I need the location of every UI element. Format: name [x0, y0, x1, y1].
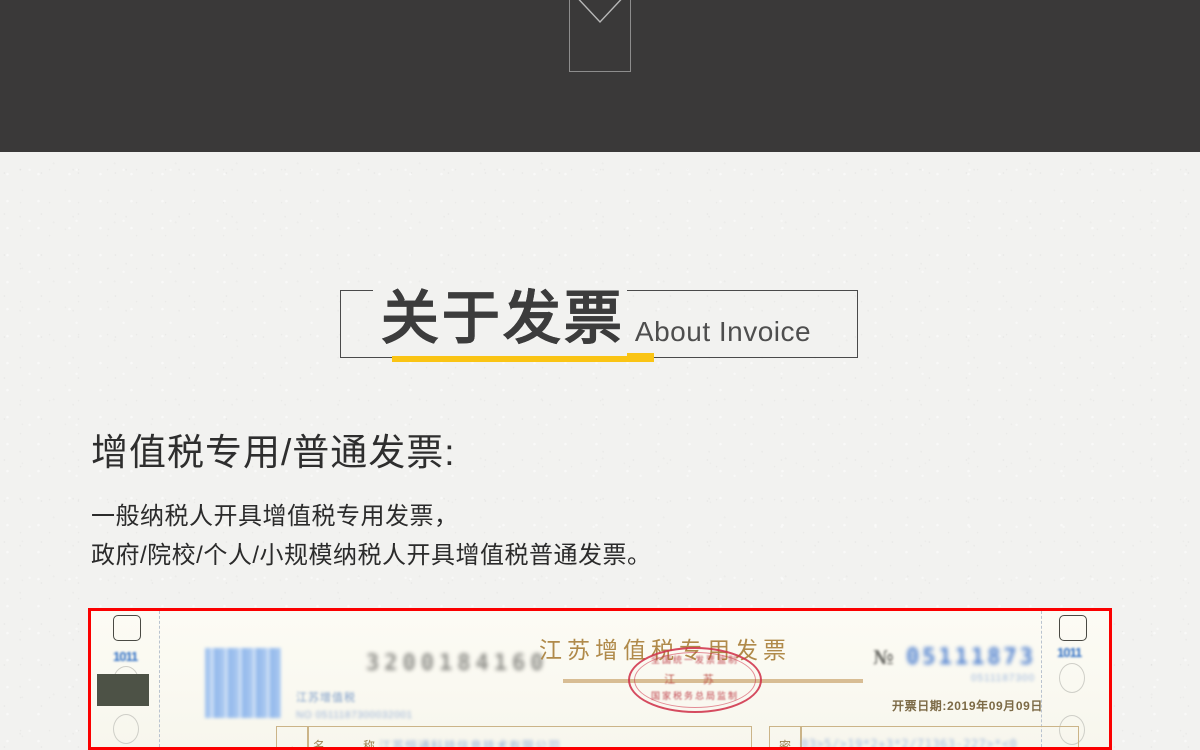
invoice-perforation-left: 1011: [91, 611, 163, 747]
copy-lines: 一般纳税人开具增值税专用发票， 政府/院校/个人/小规模纳税人开具增值税普通发票…: [91, 498, 652, 576]
name-label: 名: [313, 739, 326, 750]
stamp-arc-top-text: 全国统一发票监制: [650, 656, 739, 666]
invoice-number-sub: 0511187300: [971, 673, 1036, 684]
copy-heading: 增值税专用/普通发票:: [91, 432, 456, 473]
page-title-en: About Invoice: [630, 313, 822, 351]
perforation-mini-code: 1011: [113, 649, 138, 664]
seller-value: 03>5/>19*2+3*2/71363-227>*<0: [801, 737, 1018, 750]
section-title-block: 关于发票 About Invoice: [340, 284, 858, 362]
stamp-center-text: 江 苏: [664, 673, 726, 686]
buyer-value: 江苏恒通科技信息技术有限公司: [379, 739, 562, 750]
top-dark-band: [0, 0, 1200, 152]
invoice-sub-text-1: 江苏增值税: [296, 692, 356, 704]
corner-square-icon: [1059, 615, 1087, 641]
invoice-date: 开票日期:2019年09月09日: [892, 699, 1043, 713]
stamp-arc-bottom-text: 国家税务总局监制: [650, 692, 739, 702]
table-cell-divider: [307, 727, 309, 747]
invoice-sub-text-2: NO 0511187300032001: [296, 710, 413, 721]
corner-square-icon: [113, 615, 141, 641]
perforation-dashed-line: [159, 611, 160, 747]
invoice-sample-image: 1011 1011 3200184160 江苏增值税 NO 0511187300…: [88, 608, 1112, 750]
copy-line: 政府/院校/个人/小规模纳税人开具增值税普通发票。: [91, 542, 652, 570]
chevron-down-icon: [578, 0, 622, 24]
copy-line: 一般纳税人开具增值税专用发票，: [91, 503, 459, 531]
perforation-mini-code: 1011: [1057, 645, 1082, 660]
perforation-circle: [1059, 663, 1085, 693]
invoice-description-block: 增值税专用/普通发票: 一般纳税人开具增值税专用发票， 政府/院校/个人/小规模…: [91, 430, 652, 576]
buyer-label: 购: [285, 744, 297, 747]
seller-label: 密: [779, 739, 792, 750]
name-label-2: 称: [363, 739, 376, 750]
invoice-code: 3200184160: [366, 651, 549, 676]
perforation-circle: [113, 714, 139, 744]
invoice-number-symbol: №: [873, 647, 894, 669]
invoice-number: 05111873: [906, 645, 1036, 670]
qr-code-icon: [205, 648, 281, 718]
title-text-row: 关于发票 About Invoice: [340, 284, 858, 358]
page-title-cn: 关于发票: [372, 284, 627, 356]
perforation-dark-block: [97, 674, 149, 706]
